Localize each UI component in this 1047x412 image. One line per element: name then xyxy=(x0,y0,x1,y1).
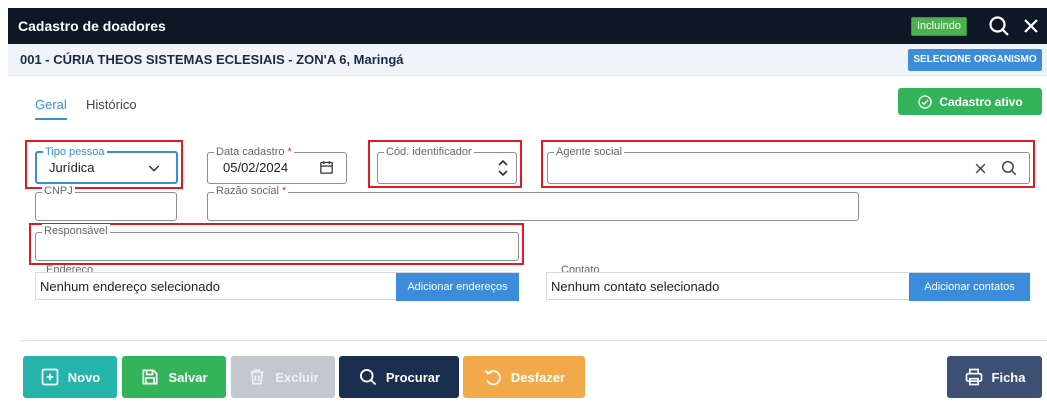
trash-icon xyxy=(250,369,264,385)
contato-field: Nenhum contato selecionado Adicionar con… xyxy=(546,272,1030,301)
contato-value: Nenhum contato selecionado xyxy=(551,279,720,294)
responsavel-label: Responsável xyxy=(42,224,110,238)
status-badge: Incluindo xyxy=(911,17,968,36)
excluir-label: Excluir xyxy=(275,369,319,385)
organization-bar: 001 - CÚRIA THEOS SISTEMAS ECLESIAIS - Z… xyxy=(8,44,1047,76)
window-titlebar: Cadastro de doadores Incluindo xyxy=(8,8,1047,44)
cod-identificador-label: Cód. identificador xyxy=(384,145,474,159)
razao-social-field[interactable]: Razão social * xyxy=(207,184,859,221)
plus-square-icon xyxy=(41,368,59,386)
footer-divider xyxy=(20,340,1047,341)
print-icon xyxy=(965,368,982,386)
salvar-button[interactable]: Salvar xyxy=(122,356,226,398)
tab-geral[interactable]: Geral xyxy=(35,97,67,112)
organization-name: 001 - CÚRIA THEOS SISTEMAS ECLESIAIS - Z… xyxy=(20,52,404,67)
responsavel-field[interactable]: Responsável xyxy=(35,224,519,261)
agente-social-label: Agente social xyxy=(554,145,625,159)
chevron-down-icon xyxy=(148,165,160,172)
active-tab-indicator xyxy=(35,118,67,120)
data-cadastro-label: Data cadastro * xyxy=(214,145,294,159)
stepper-icon[interactable] xyxy=(496,158,510,178)
check-circle-icon xyxy=(918,94,932,109)
excluir-button[interactable]: Excluir xyxy=(231,356,335,398)
search-icon[interactable] xyxy=(987,14,1011,38)
add-address-button[interactable]: Adicionar endereços xyxy=(396,273,519,301)
desfazer-label: Desfazer xyxy=(510,369,566,385)
endereco-field: Nenhum endereço selecionado Adicionar en… xyxy=(35,272,519,301)
add-contact-button[interactable]: Adicionar contatos xyxy=(909,273,1030,301)
data-cadastro-value: 05/02/2024 xyxy=(223,160,289,175)
tipo-pessoa-value: Jurídica xyxy=(49,160,95,175)
agente-social-field[interactable]: Agente social xyxy=(547,145,1030,184)
endereco-value: Nenhum endereço selecionado xyxy=(40,279,220,294)
cadastro-ativo-label: Cadastro ativo xyxy=(939,94,1023,109)
select-organism-button[interactable]: SELECIONE ORGANISMO xyxy=(908,49,1042,71)
window-title: Cadastro de doadores xyxy=(18,18,166,34)
save-icon xyxy=(142,369,158,385)
ficha-button[interactable]: Ficha xyxy=(947,356,1042,398)
novo-label: Novo xyxy=(67,369,101,385)
clear-icon[interactable] xyxy=(973,161,988,176)
calendar-icon[interactable] xyxy=(318,159,335,176)
razao-social-label: Razão social * xyxy=(214,184,289,198)
tab-historico[interactable]: Histórico xyxy=(86,97,137,112)
cnpj-label: CNPJ xyxy=(42,184,75,198)
procurar-button[interactable]: Procurar xyxy=(339,356,459,398)
salvar-label: Salvar xyxy=(168,369,208,385)
procurar-label: Procurar xyxy=(385,369,441,385)
cnpj-field[interactable]: CNPJ xyxy=(35,184,177,221)
cod-identificador-field[interactable]: Cód. identificador xyxy=(377,145,517,184)
desfazer-button[interactable]: Desfazer xyxy=(463,356,585,398)
ficha-label: Ficha xyxy=(991,369,1026,385)
cadastro-ativo-button[interactable]: Cadastro ativo xyxy=(898,88,1042,115)
close-icon[interactable] xyxy=(1019,14,1043,38)
data-cadastro-field[interactable]: Data cadastro * 05/02/2024 xyxy=(207,145,347,184)
search-icon xyxy=(359,369,377,386)
novo-button[interactable]: Novo xyxy=(23,356,117,398)
search-icon[interactable] xyxy=(1000,159,1018,177)
undo-icon xyxy=(484,369,501,386)
tipo-pessoa-label: Tipo pessoa xyxy=(43,145,107,159)
tipo-pessoa-select[interactable]: Tipo pessoa Jurídica xyxy=(35,145,178,184)
